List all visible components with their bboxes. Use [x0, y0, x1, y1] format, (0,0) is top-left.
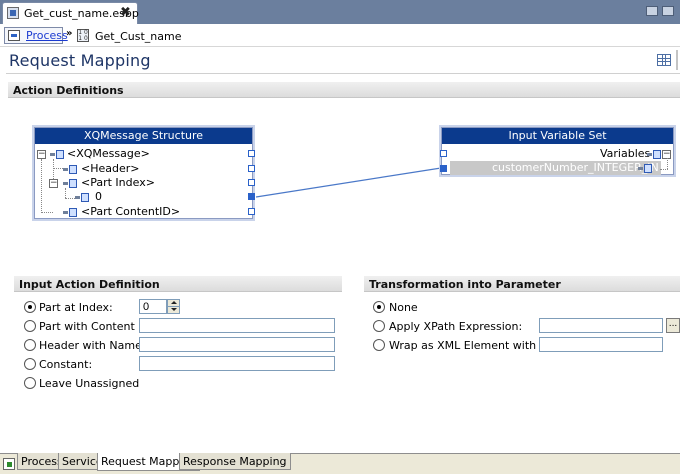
editor-tab-strip: Get_cust_name.esbp ✖: [0, 0, 680, 24]
collapse-icon[interactable]: −: [37, 150, 46, 159]
tree-node-variables[interactable]: Variables −: [442, 147, 673, 161]
part-with-content-id-label: Part with Content ID:: [39, 320, 154, 333]
element-icon: [63, 164, 77, 174]
collapse-icon[interactable]: −: [49, 179, 58, 188]
tree-node-customer-number[interactable]: customerNumber_INTEGER_IN: [450, 161, 661, 175]
mapping-connector: [255, 167, 442, 198]
tree-node-label: customerNumber_INTEGER_IN: [492, 161, 659, 174]
input-variable-set-title: Input Variable Set: [442, 128, 673, 144]
close-icon[interactable]: ✖: [120, 5, 131, 20]
tree-node-index-0[interactable]: 0: [35, 190, 251, 204]
tree-node-part-index[interactable]: − <Part Index>: [35, 176, 251, 190]
element-icon: [63, 207, 77, 217]
content-id-field[interactable]: [139, 318, 335, 333]
element-icon: [50, 149, 64, 159]
element-icon: [63, 178, 77, 188]
mapping-port[interactable]: [248, 150, 255, 157]
radio-header-with-name[interactable]: [24, 339, 36, 351]
view-controls: [638, 0, 680, 24]
tree-node-header[interactable]: <Header>: [35, 162, 251, 176]
header-divider: [676, 50, 678, 70]
input-variable-set-box: Input Variable Set Variables − customerN…: [440, 127, 674, 175]
editor-tab[interactable]: Get_cust_name.esbp ✖: [2, 2, 139, 24]
minimize-icon[interactable]: [646, 6, 658, 16]
mapping-port[interactable]: [440, 150, 447, 157]
header-name-field[interactable]: [139, 337, 335, 352]
tree-line: [660, 169, 668, 170]
none-label: None: [389, 301, 418, 314]
element-icon: [647, 149, 661, 159]
breadcrumb-current: Get_Cust_name: [95, 30, 182, 43]
tree-node-label: 0: [95, 190, 102, 203]
radio-part-at-index[interactable]: [24, 301, 36, 313]
service-icon: 1 01 0: [77, 29, 89, 42]
spinner-divider: [168, 306, 179, 307]
xqmessage-structure-title: XQMessage Structure: [35, 128, 252, 144]
xpath-browse-button[interactable]: ...: [666, 318, 680, 333]
breadcrumb-process-link[interactable]: Process: [26, 29, 68, 42]
section-transformation: Transformation into Parameter: [364, 276, 680, 292]
tab-response-mapping[interactable]: Response Mapping: [179, 453, 291, 470]
xpath-expression-field[interactable]: [539, 318, 663, 333]
tree-line: [667, 158, 668, 169]
radio-constant[interactable]: [24, 358, 36, 370]
constant-field[interactable]: [139, 356, 335, 371]
radio-apply-xpath[interactable]: [373, 320, 385, 332]
editor-pages-icon: [3, 458, 15, 470]
radio-none[interactable]: [373, 301, 385, 313]
radio-wrap-xml[interactable]: [373, 339, 385, 351]
element-icon: [75, 192, 89, 202]
process-icon: [8, 30, 20, 41]
maximize-icon[interactable]: [662, 6, 674, 16]
breadcrumb-process-button[interactable]: Process: [4, 27, 68, 44]
mapping-port[interactable]: [248, 179, 255, 186]
xqmessage-structure-box: XQMessage Structure − <XQMessage> <Heade…: [34, 127, 255, 219]
tree-node-label: <Part Index>: [81, 176, 155, 189]
esbp-file-icon: [7, 7, 19, 19]
part-at-index-label: Part at Index:: [39, 301, 113, 314]
header-with-name-label: Header with Name:: [39, 339, 146, 352]
xml-element-name-field[interactable]: [539, 337, 663, 352]
breadcrumb-separator: »: [66, 28, 73, 39]
leave-unassigned-label: Leave Unassigned: [39, 377, 140, 390]
element-icon: [638, 163, 652, 173]
tree-node-label: <Part ContentID>: [81, 205, 181, 218]
mapping-port-connected[interactable]: [248, 193, 255, 200]
constant-label: Constant:: [39, 358, 93, 371]
index-spinner[interactable]: [167, 299, 180, 314]
section-input-action-definition: Input Action Definition: [14, 276, 342, 292]
tree-node-label: <XQMessage>: [67, 147, 150, 160]
radio-leave-unassigned[interactable]: [24, 377, 36, 389]
tree-node-label: <Header>: [81, 162, 140, 175]
page-title: Request Mapping: [9, 51, 151, 70]
mapping-port[interactable]: [248, 165, 255, 172]
mapping-connector-line: [255, 167, 442, 198]
part-index-input[interactable]: [139, 299, 167, 314]
title-rule: [6, 73, 680, 74]
mapping-port-connected[interactable]: [440, 165, 447, 172]
apply-xpath-label: Apply XPath Expression:: [389, 320, 523, 333]
tree-node-label: Variables: [600, 147, 651, 160]
breadcrumb: Process » 1 01 0 Get_Cust_name: [0, 24, 680, 47]
table-view-icon[interactable]: [657, 54, 671, 66]
section-action-definitions: Action Definitions: [8, 82, 680, 98]
mapping-port[interactable]: [248, 208, 255, 215]
radio-part-with-content-id[interactable]: [24, 320, 36, 332]
tree-node-part-contentid[interactable]: <Part ContentID>: [35, 205, 251, 219]
tree-node-xqmessage[interactable]: − <XQMessage>: [35, 147, 251, 161]
